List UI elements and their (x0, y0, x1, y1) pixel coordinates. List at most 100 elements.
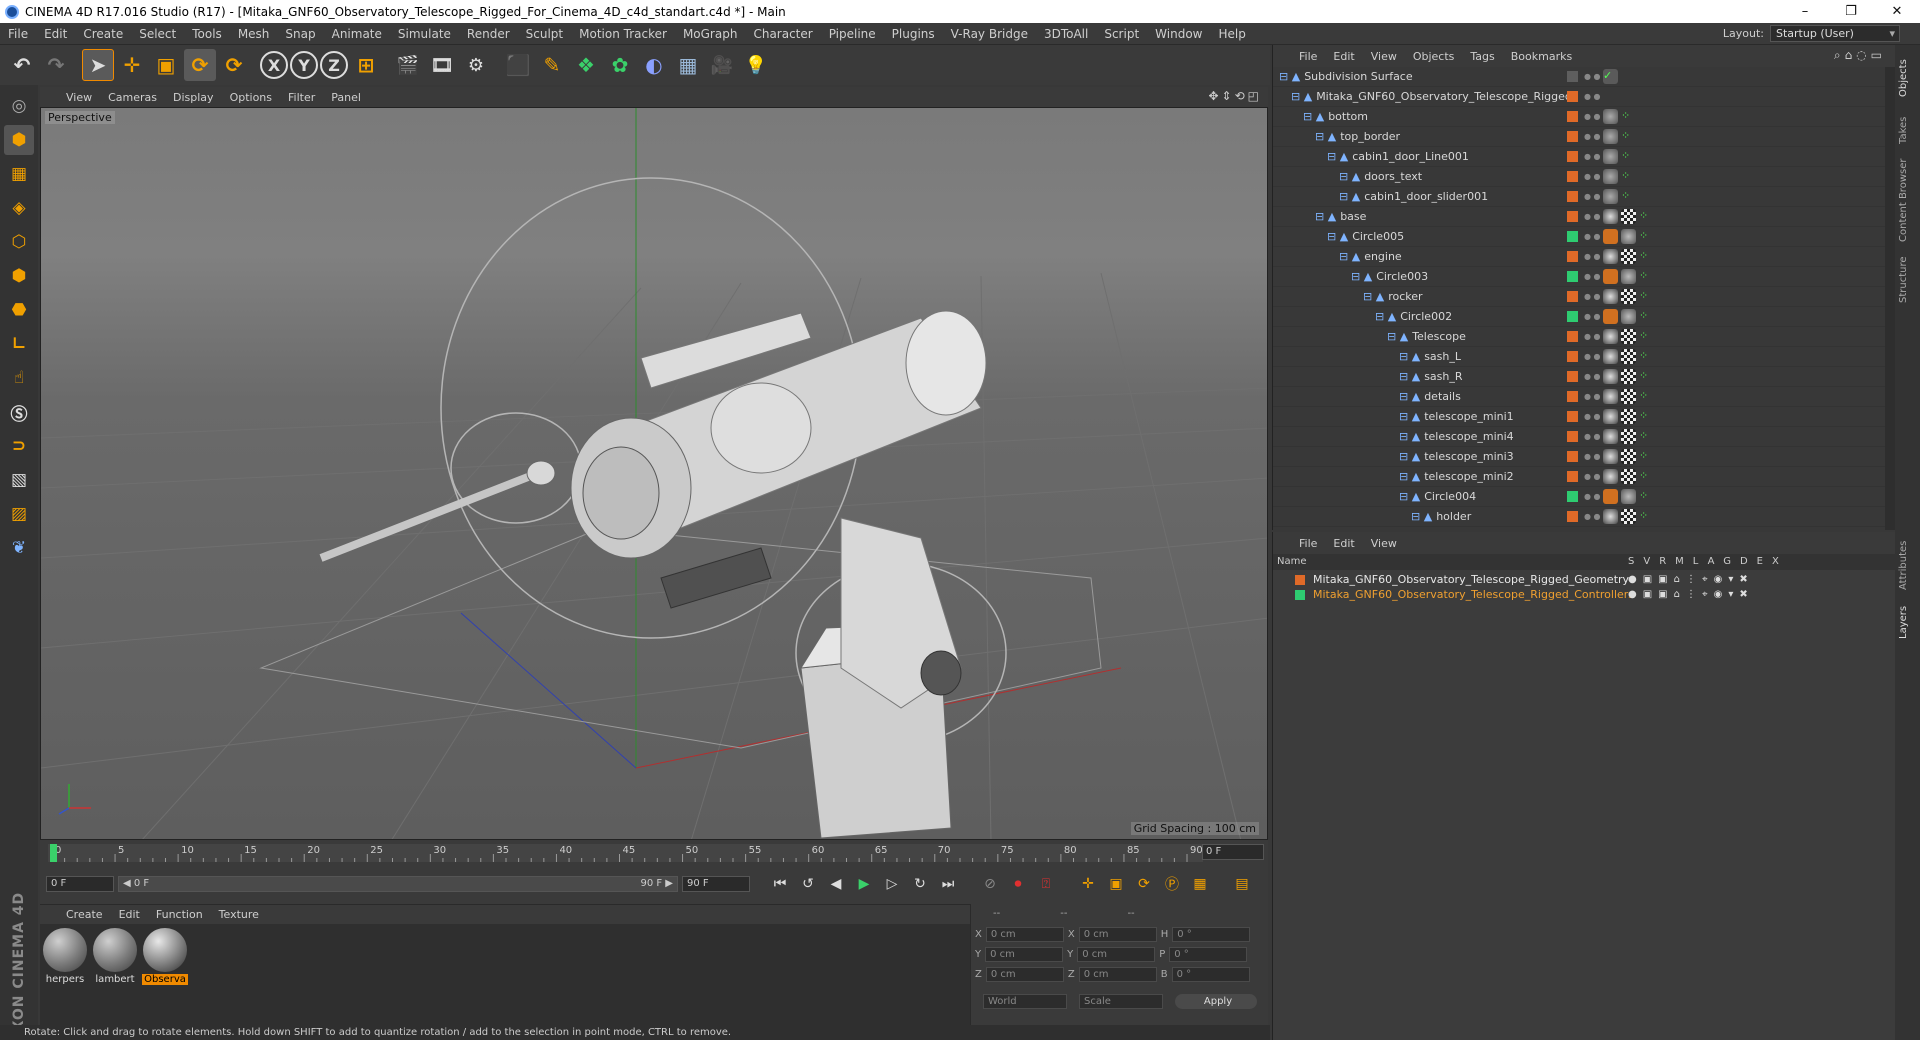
layer-color-chip[interactable] (1567, 151, 1578, 162)
perspective-viewport[interactable]: Perspective Grid Spacing : 100 cm (40, 107, 1268, 840)
layer-color-chip[interactable] (1567, 131, 1578, 142)
object-row[interactable]: ⊟ ▲ bottom ● ● ⁘ (1273, 107, 1885, 127)
cloner-icon[interactable]: ✿ (604, 49, 636, 81)
object-name[interactable]: ⊟ ▲ telescope_mini1 (1399, 410, 1514, 423)
object-name[interactable]: ⊟ ▲ Subdivision Surface (1279, 70, 1413, 83)
objects-menu-objects[interactable]: Objects (1405, 50, 1463, 63)
redo-icon[interactable]: ↷ (40, 49, 72, 81)
texture-tag-icon[interactable] (1621, 249, 1636, 264)
texture-tag-icon[interactable] (1621, 449, 1636, 464)
live-selection-icon[interactable]: ➤ (82, 49, 114, 81)
object-name[interactable]: ⊟ ▲ telescope_mini3 (1399, 450, 1514, 463)
constraint-tag-icon[interactable]: ⁘ (1621, 109, 1636, 124)
key-position-icon[interactable]: ✛ (1076, 872, 1100, 896)
rotate-icon[interactable]: ⟳ (184, 49, 216, 81)
minimize-button[interactable]: – (1782, 0, 1828, 23)
visibility-dots-icon[interactable]: ● ● (1584, 513, 1601, 521)
rotation-p-field[interactable]: 0 ° (1169, 947, 1248, 962)
menu-simulate[interactable]: Simulate (390, 27, 459, 41)
visibility-dots-icon[interactable]: ● ● (1584, 473, 1601, 481)
object-name[interactable]: ⊟ ▲ sash_R (1399, 370, 1463, 383)
previous-frame-icon[interactable]: ◀ (824, 872, 848, 896)
menu-create[interactable]: Create (75, 27, 131, 41)
controller-circle-eyepiece[interactable] (450, 412, 582, 524)
object-row[interactable]: ⊟ ▲ cabin1_door_Line001 ● ● ⁘ (1273, 147, 1885, 167)
key-rotation-icon[interactable]: ⟳ (1132, 872, 1156, 896)
render-settings-icon[interactable]: ⚙ (460, 49, 492, 81)
layer-color-chip[interactable] (1567, 271, 1578, 282)
material-swatch[interactable]: herpers (42, 928, 88, 985)
object-row[interactable]: ⊟ ▲ Subdivision Surface ● ● ✓ (1273, 67, 1885, 87)
floor-icon[interactable]: ▦ (672, 49, 704, 81)
pen-spline-icon[interactable]: ✎ (536, 49, 568, 81)
layer-color-chip[interactable] (1567, 431, 1578, 442)
viewport-menu-display[interactable]: Display (165, 91, 222, 104)
z-axis-lock-icon[interactable]: Z (320, 51, 348, 79)
menu-pipeline[interactable]: Pipeline (821, 27, 884, 41)
constraint-tag-icon[interactable]: ⁘ (1621, 189, 1636, 204)
x-axis-lock-icon[interactable]: X (260, 51, 288, 79)
material-menu-texture[interactable]: Texture (211, 908, 267, 921)
menu-file[interactable]: File (0, 27, 36, 41)
constraint-tag-icon[interactable]: ⁘ (1639, 389, 1654, 404)
visibility-dots-icon[interactable]: ● ● (1584, 253, 1601, 261)
visibility-dots-icon[interactable]: ● ● (1584, 453, 1601, 461)
object-name[interactable]: ⊟ ▲ Mitaka_GNF60_Observatory_Telescope_Ri… (1291, 90, 1572, 103)
display-tag-icon[interactable] (1603, 489, 1618, 504)
menu-snap[interactable]: Snap (277, 27, 323, 41)
texture-tag-icon[interactable] (1621, 469, 1636, 484)
go-to-start-icon[interactable]: ⏮ (768, 872, 792, 896)
axis-mode-icon[interactable]: ∟ (4, 329, 34, 359)
layers-menu-file[interactable]: File (1291, 537, 1325, 550)
layer-color-chip[interactable] (1567, 211, 1578, 222)
layer-color-chip[interactable] (1567, 511, 1578, 522)
constraint-tag-icon[interactable]: ⁘ (1639, 509, 1654, 524)
edges-mode-icon[interactable]: ⬢ (4, 261, 34, 291)
display-tag-icon[interactable] (1603, 309, 1618, 324)
menu-animate[interactable]: Animate (324, 27, 390, 41)
coordinate-system-icon[interactable]: ⊞ (350, 49, 382, 81)
object-name[interactable]: ⊟ ▲ rocker (1363, 290, 1423, 303)
material-tag-icon[interactable] (1621, 309, 1636, 324)
material-tag-icon[interactable] (1603, 449, 1618, 464)
menu-edit[interactable]: Edit (36, 27, 75, 41)
constraint-tag-icon[interactable]: ⁘ (1639, 429, 1654, 444)
visibility-dots-icon[interactable]: ● ● (1584, 173, 1601, 181)
object-row[interactable]: ⊟ ▲ engine ● ● ⁘ (1273, 247, 1885, 267)
scale-icon[interactable]: ▣ (150, 49, 182, 81)
menu-vray-bridge[interactable]: V-Ray Bridge (943, 27, 1036, 41)
visibility-dots-icon[interactable]: ● ● (1584, 73, 1601, 81)
visibility-dots-icon[interactable]: ● ● (1584, 493, 1601, 501)
enabled-check-icon[interactable]: ✓ (1603, 69, 1618, 84)
object-row[interactable]: ⊟ ▲ telescope_mini3 ● ● ⁘ (1273, 447, 1885, 467)
constraint-tag-icon[interactable]: ⁘ (1639, 369, 1654, 384)
material-tag-icon[interactable] (1603, 349, 1618, 364)
viewport-menu-view[interactable]: View (58, 91, 100, 104)
workplane-lock-icon[interactable]: ▧ (4, 465, 34, 495)
viewport-menu-options[interactable]: Options (222, 91, 280, 104)
menu-script[interactable]: Script (1096, 27, 1147, 41)
menu-tools[interactable]: Tools (184, 27, 230, 41)
layer-color-chip[interactable] (1567, 91, 1578, 102)
texture-tag-icon[interactable] (1621, 389, 1636, 404)
object-name[interactable]: ⊟ ▲ Circle002 (1375, 310, 1452, 323)
objects-menu-edit[interactable]: Edit (1325, 50, 1362, 63)
timeline-ticks[interactable]: 0 5 10 15 20 25 30 35 40 45 50 55 60 65 70 75 80 85 90 (48, 844, 1203, 862)
object-name[interactable]: ⊟ ▲ holder (1411, 510, 1471, 523)
material-tag-icon[interactable] (1603, 189, 1618, 204)
texture-tag-icon[interactable] (1621, 429, 1636, 444)
position-y-field[interactable]: 0 cm (985, 947, 1064, 962)
go-to-end-icon[interactable]: ⏭ (936, 872, 960, 896)
layer-color-chip[interactable] (1567, 251, 1578, 262)
undo-icon[interactable]: ↶ (6, 49, 38, 81)
visibility-dots-icon[interactable]: ● ● (1584, 193, 1601, 201)
record-icon[interactable]: ⏺ (1006, 872, 1030, 896)
material-tag-icon[interactable] (1603, 369, 1618, 384)
objects-menu-tags[interactable]: Tags (1462, 50, 1502, 63)
size-y-field[interactable]: 0 cm (1077, 947, 1156, 962)
start-frame-field[interactable]: 0 F (46, 876, 114, 892)
constraint-tag-icon[interactable]: ⁘ (1639, 289, 1654, 304)
material-tag-icon[interactable] (1603, 409, 1618, 424)
display-tag-icon[interactable] (1603, 269, 1618, 284)
object-name[interactable]: ⊟ ▲ Circle005 (1327, 230, 1404, 243)
